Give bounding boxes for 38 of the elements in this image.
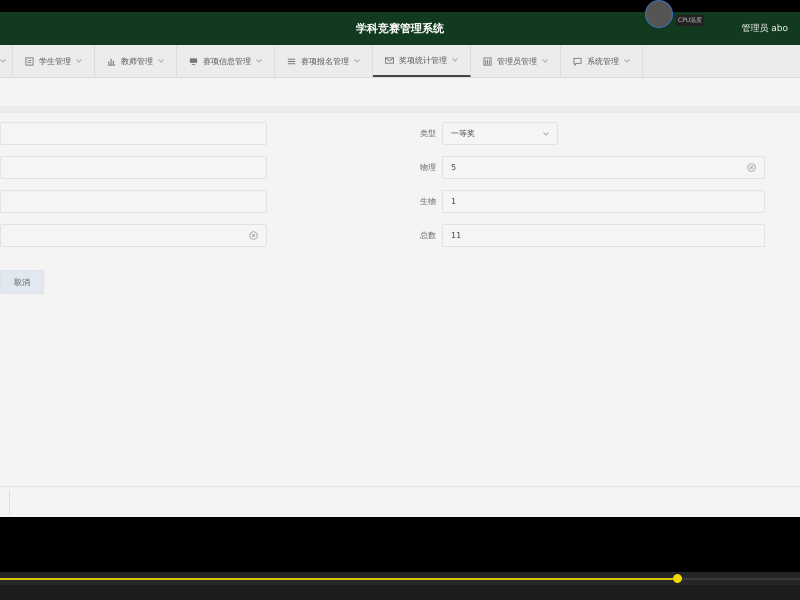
avatar: [645, 0, 673, 28]
nav-tab[interactable]: 赛项信息管理: [177, 45, 275, 77]
envelope-icon: [385, 56, 394, 64]
nav-tab[interactable]: 教师管理: [95, 45, 177, 77]
select-field[interactable]: 一等奖: [442, 122, 558, 145]
field-label: 物理: [420, 162, 437, 173]
input-field[interactable]: [0, 224, 267, 247]
clear-icon: [249, 231, 258, 240]
chevron-down-icon: [452, 58, 458, 62]
chevron-down-icon: [256, 59, 262, 63]
nav-tab[interactable]: 管理员管理: [471, 45, 561, 77]
chevron-down-icon: [0, 59, 6, 63]
field-label: 总数: [420, 230, 437, 241]
chevron-down-icon: [354, 59, 360, 63]
chevron-down-icon: [543, 132, 549, 136]
clear-icon: [747, 163, 756, 172]
bar-chart-icon: [107, 56, 116, 66]
monitor-icon: [189, 56, 198, 66]
user-label: 管理员 abo: [741, 22, 788, 35]
nav-tab[interactable]: 赛项报名管理: [275, 45, 373, 77]
building-icon: [483, 56, 492, 66]
input-field[interactable]: 11: [442, 224, 765, 247]
list-icon: [287, 56, 296, 66]
chat-bubble-icon: [573, 56, 582, 66]
cancel-button[interactable]: 取消: [0, 270, 44, 294]
app-title: 学科竞赛管理系统: [356, 21, 444, 36]
progress-handle[interactable]: [672, 574, 682, 582]
chevron-down-icon: [624, 59, 630, 63]
document-icon: [25, 56, 34, 66]
field-label: 类型: [420, 128, 437, 139]
nav-tab[interactable]: 系统管理: [561, 45, 643, 77]
input-field[interactable]: 1: [442, 190, 765, 213]
input-field[interactable]: 5: [442, 156, 765, 179]
chevron-down-icon: [542, 59, 548, 63]
nav-tab[interactable]: 学生管理: [13, 45, 95, 77]
chevron-down-icon: [76, 59, 82, 63]
field-label: 生物: [420, 196, 437, 207]
chevron-down-icon: [158, 59, 164, 63]
